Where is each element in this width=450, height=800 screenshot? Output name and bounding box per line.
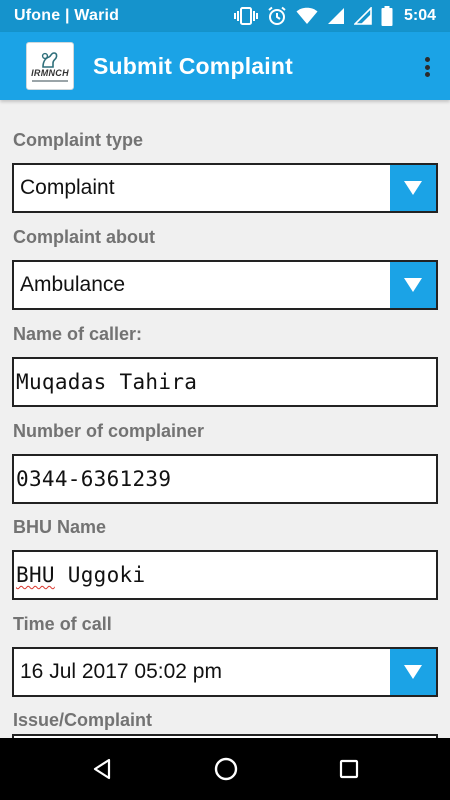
- bhu-name-label: BHU Name: [13, 517, 107, 537]
- caller-name-label: Name of caller:: [13, 324, 143, 344]
- dropdown-arrow-icon[interactable]: [390, 649, 436, 695]
- alarm-icon: [267, 6, 287, 26]
- back-icon[interactable]: [90, 757, 114, 781]
- complaint-about-label: Complaint about: [13, 227, 155, 247]
- home-icon[interactable]: [213, 756, 239, 782]
- logo-text: IRMNCH: [31, 68, 69, 78]
- clock: 5:04: [403, 7, 436, 24]
- more-vert-icon[interactable]: [419, 54, 435, 80]
- app-logo: IRMNCH: [26, 42, 74, 90]
- dropdown-arrow-icon[interactable]: [390, 165, 436, 211]
- signal-icon: [327, 7, 345, 25]
- complainer-number-label: Number of complainer: [13, 421, 205, 441]
- complainer-number-input[interactable]: 0344-6361239: [12, 454, 438, 504]
- complaint-type-label: Complaint type: [13, 130, 144, 150]
- page-title: Submit Complaint: [93, 52, 293, 79]
- logo-underline: [32, 80, 68, 82]
- time-of-call-value: 16 Jul 2017 05:02 pm: [20, 660, 222, 683]
- bhu-name-value: BHU Uggoki: [16, 552, 145, 598]
- complaint-type-value: Complaint: [20, 176, 115, 199]
- complaint-form: Complaint type Complaint Complaint about…: [0, 100, 450, 738]
- wifi-icon: [296, 7, 318, 25]
- recents-icon[interactable]: [338, 758, 360, 780]
- complainer-number-value: 0344-6361239: [16, 467, 172, 491]
- app-bar: IRMNCH Submit Complaint: [0, 32, 450, 100]
- time-of-call-label: Time of call: [13, 614, 112, 634]
- complaint-type-select[interactable]: Complaint: [12, 163, 438, 213]
- navigation-bar: [0, 738, 450, 800]
- complaint-about-select[interactable]: Ambulance: [12, 260, 438, 310]
- bhu-name-rest: Uggoki: [54, 563, 146, 587]
- time-of-call-select[interactable]: 16 Jul 2017 05:02 pm: [12, 647, 438, 697]
- spellcheck-word: BHU: [16, 563, 55, 587]
- vibrate-icon: [233, 7, 258, 25]
- carrier-name: Ufone | Warid: [14, 7, 120, 24]
- caller-name-value: Muqadas Tahira: [16, 370, 198, 394]
- dropdown-arrow-icon[interactable]: [390, 262, 436, 308]
- bhu-name-input[interactable]: BHU Uggoki: [12, 550, 438, 600]
- status-bar: Ufone | Warid 5:04: [0, 0, 450, 32]
- status-icons: 5:04: [233, 6, 436, 26]
- caller-name-input[interactable]: Muqadas Tahira: [12, 357, 438, 407]
- logo-figure-icon: [41, 52, 58, 68]
- signal-icon: [353, 7, 372, 25]
- complaint-about-value: Ambulance: [20, 273, 126, 296]
- battery-icon: [381, 6, 393, 26]
- issue-label: Issue/Complaint: [13, 710, 153, 730]
